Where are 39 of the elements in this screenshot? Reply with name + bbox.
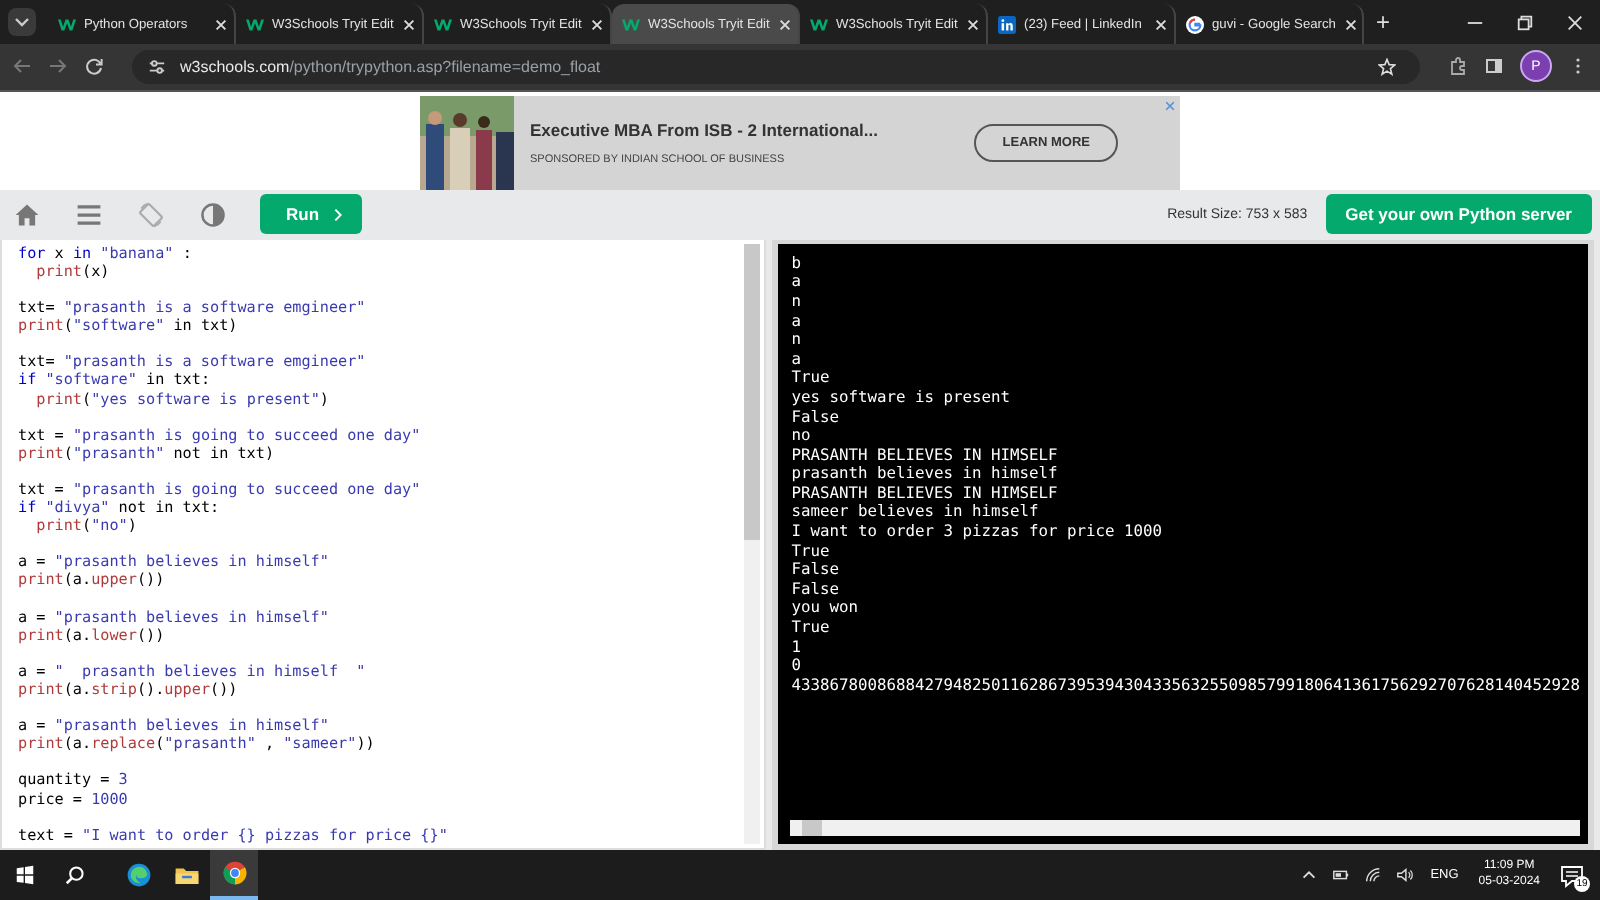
chrome-logo-icon xyxy=(221,859,247,886)
menu-icon[interactable] xyxy=(76,201,102,228)
site-settings-icon[interactable] xyxy=(148,57,166,76)
tab-search-button[interactable] xyxy=(8,8,36,36)
speaker-icon[interactable] xyxy=(1396,865,1415,884)
home-icon[interactable] xyxy=(14,201,40,228)
url-text: w3schools.com/python/trypython.asp?filename=demo_float xyxy=(180,57,601,76)
side-panel-icon[interactable] xyxy=(1484,56,1504,77)
w3-logo-icon xyxy=(434,15,452,33)
notification-icon xyxy=(1560,864,1584,889)
back-icon[interactable] xyxy=(12,56,32,77)
scrollbar[interactable] xyxy=(743,243,760,844)
scrollbar-thumb[interactable] xyxy=(801,819,822,836)
w3-logo-icon xyxy=(622,15,640,33)
linkedin-logo-icon xyxy=(998,15,1016,33)
restore-icon[interactable] xyxy=(1516,13,1534,31)
code-editor[interactable] xyxy=(0,239,766,850)
taskbar-app[interactable] xyxy=(210,849,258,900)
extensions-icon[interactable] xyxy=(1448,56,1468,77)
chevron-right-icon xyxy=(333,207,342,222)
google-logo-icon xyxy=(1186,15,1204,33)
search-icon[interactable] xyxy=(64,863,86,886)
forward-icon[interactable] xyxy=(48,56,68,77)
reload-icon[interactable] xyxy=(84,56,104,77)
address-bar[interactable]: w3schools.com/python/trypython.asp?filename=demo_float xyxy=(132,49,1420,84)
scrollbar-thumb[interactable] xyxy=(743,243,760,540)
bookmark-star-icon[interactable] xyxy=(1378,57,1396,76)
w3-logo-icon xyxy=(58,15,76,33)
w3-logo-icon xyxy=(810,15,828,33)
wifi-icon[interactable] xyxy=(1364,865,1383,884)
edge-logo-icon xyxy=(125,861,151,888)
contrast-icon[interactable] xyxy=(200,201,226,228)
w3-logo-icon xyxy=(246,15,264,33)
ad-headline: Executive MBA From ISB - 2 International... xyxy=(530,119,880,140)
battery-icon[interactable] xyxy=(1332,865,1351,884)
chevron-down-icon xyxy=(14,14,30,30)
scrollbar[interactable] xyxy=(789,819,1580,836)
new-tab-button[interactable]: + xyxy=(1376,8,1391,36)
start-icon[interactable] xyxy=(14,863,36,886)
